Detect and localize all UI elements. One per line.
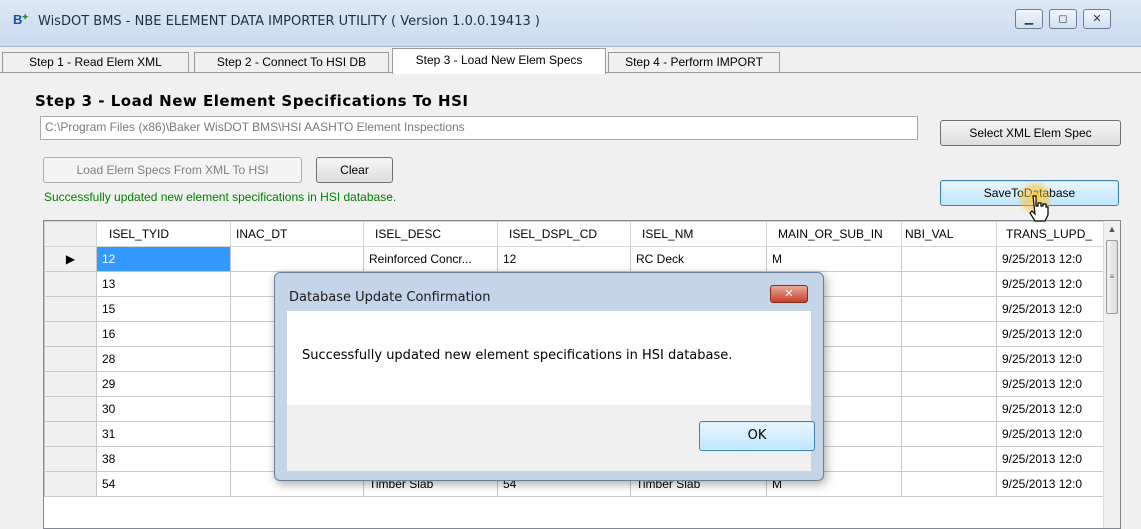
table-cell[interactable]	[901, 271, 997, 297]
window-title: WisDOT BMS - NBE ELEMENT DATA IMPORTER U…	[38, 14, 540, 29]
select-xml-button[interactable]: Select XML Elem Spec	[940, 120, 1121, 146]
xml-path-field[interactable]: C:\Program Files (x86)\Baker WisDOT BMS\…	[40, 116, 918, 140]
column-header[interactable]: MAIN_OR_SUB_IN	[766, 221, 902, 247]
dialog-body: Successfully updated new element specifi…	[287, 311, 811, 405]
table-cell[interactable]	[901, 421, 997, 447]
table-cell[interactable]: 12	[497, 246, 631, 272]
column-header[interactable]: ISEL_DESC	[363, 221, 498, 247]
minimize-button[interactable]: ▁	[1015, 9, 1043, 29]
maximize-icon: ◻	[1058, 12, 1068, 25]
column-header[interactable]: ISEL_TYID	[96, 221, 231, 247]
row-header[interactable]	[44, 321, 97, 347]
table-cell[interactable]: 54	[96, 471, 231, 497]
column-header[interactable]: INAC_DT	[230, 221, 364, 247]
table-cell[interactable]: 30	[96, 396, 231, 422]
table-cell[interactable]	[230, 246, 364, 272]
tab-step-3[interactable]: Step 3 - Load New Elem Specs	[392, 48, 606, 74]
app-logo-icon: B✦	[13, 12, 29, 27]
table-cell[interactable]	[901, 246, 997, 272]
scroll-up-icon[interactable]: ▲	[1104, 221, 1120, 238]
row-header[interactable]	[44, 446, 97, 472]
table-cell[interactable]: RC Deck	[630, 246, 767, 272]
tab-step-4[interactable]: Step 4 - Perform IMPORT	[608, 52, 780, 73]
grid-vertical-scrollbar[interactable]: ▲ ≡	[1103, 221, 1120, 528]
row-header-corner	[44, 221, 97, 247]
maximize-button[interactable]: ◻	[1049, 9, 1077, 29]
table-cell[interactable]	[901, 296, 997, 322]
clear-button[interactable]: Clear	[316, 157, 393, 183]
dialog-close-button[interactable]: ✕	[770, 285, 808, 303]
table-cell[interactable]: 31	[96, 421, 231, 447]
table-cell[interactable]	[901, 346, 997, 372]
table-cell[interactable]: 9/25/2013 12:0	[996, 296, 1109, 322]
row-header[interactable]	[44, 271, 97, 297]
table-cell[interactable]	[901, 371, 997, 397]
table-cell[interactable]: 15	[96, 296, 231, 322]
table-cell[interactable]: 9/25/2013 12:0	[996, 396, 1109, 422]
column-header[interactable]: ISEL_NM	[630, 221, 767, 247]
close-icon: ✕	[1092, 12, 1102, 25]
row-header[interactable]	[44, 296, 97, 322]
table-cell[interactable]	[901, 321, 997, 347]
table-cell[interactable]	[901, 396, 997, 422]
dialog-title: Database Update Confirmation	[289, 290, 491, 305]
dialog-footer: OK	[287, 405, 815, 471]
tab-strip: Step 1 - Read Elem XML Step 2 - Connect …	[0, 47, 1141, 74]
column-header[interactable]: ISEL_DSPL_CD	[497, 221, 631, 247]
grid-header-row: ISEL_TYID INAC_DT ISEL_DESC ISEL_DSPL_CD…	[44, 221, 1109, 247]
table-cell[interactable]: 9/25/2013 12:0	[996, 421, 1109, 447]
table-cell[interactable]: 12	[96, 246, 231, 272]
table-cell[interactable]: 9/25/2013 12:0	[996, 371, 1109, 397]
scroll-thumb[interactable]: ≡	[1106, 240, 1118, 314]
table-cell[interactable]: 9/25/2013 12:0	[996, 321, 1109, 347]
load-specs-button[interactable]: Load Elem Specs From XML To HSI	[43, 157, 302, 183]
table-cell[interactable]	[901, 471, 997, 497]
column-header[interactable]: TRANS_LUPD_	[996, 221, 1109, 247]
row-header[interactable]	[44, 371, 97, 397]
table-cell[interactable]: 28	[96, 346, 231, 372]
confirmation-dialog: Database Update Confirmation ✕ Successfu…	[274, 272, 824, 481]
current-row-indicator[interactable]: ▶	[44, 246, 97, 272]
title-bar: B✦ WisDOT BMS - NBE ELEMENT DATA IMPORTE…	[0, 0, 1141, 47]
table-cell[interactable]: 38	[96, 446, 231, 472]
tab-step-1[interactable]: Step 1 - Read Elem XML	[2, 52, 189, 73]
row-header[interactable]	[44, 421, 97, 447]
ok-button[interactable]: OK	[699, 421, 815, 451]
table-cell[interactable]: M	[766, 246, 902, 272]
row-header[interactable]	[44, 396, 97, 422]
close-icon: ✕	[784, 287, 794, 300]
page-title: Step 3 - Load New Element Specifications…	[35, 92, 469, 110]
table-cell[interactable]: Reinforced Concr...	[363, 246, 498, 272]
close-button[interactable]: ✕	[1083, 9, 1111, 29]
row-header[interactable]	[44, 471, 97, 497]
table-cell[interactable]: 9/25/2013 12:0	[996, 271, 1109, 297]
table-cell[interactable]: 16	[96, 321, 231, 347]
tab-step-2[interactable]: Step 2 - Connect To HSI DB	[194, 52, 389, 73]
table-cell[interactable]: 29	[96, 371, 231, 397]
dialog-message: Successfully updated new element specifi…	[302, 348, 733, 363]
status-message: Successfully updated new element specifi…	[44, 190, 397, 204]
hand-cursor-icon	[1029, 195, 1049, 222]
table-cell[interactable]	[901, 446, 997, 472]
table-cell[interactable]: 13	[96, 271, 231, 297]
minimize-icon: ▁	[1024, 12, 1034, 25]
table-cell[interactable]: 9/25/2013 12:0	[996, 471, 1109, 497]
table-cell[interactable]: 9/25/2013 12:0	[996, 246, 1109, 272]
row-header[interactable]	[44, 346, 97, 372]
table-row[interactable]: ▶ 12 Reinforced Concr... 12 RC Deck M 9/25/201…	[44, 246, 1109, 272]
table-cell[interactable]: 9/25/2013 12:0	[996, 346, 1109, 372]
column-header[interactable]: NBI_VAL	[901, 221, 997, 247]
table-cell[interactable]: 9/25/2013 12:0	[996, 446, 1109, 472]
